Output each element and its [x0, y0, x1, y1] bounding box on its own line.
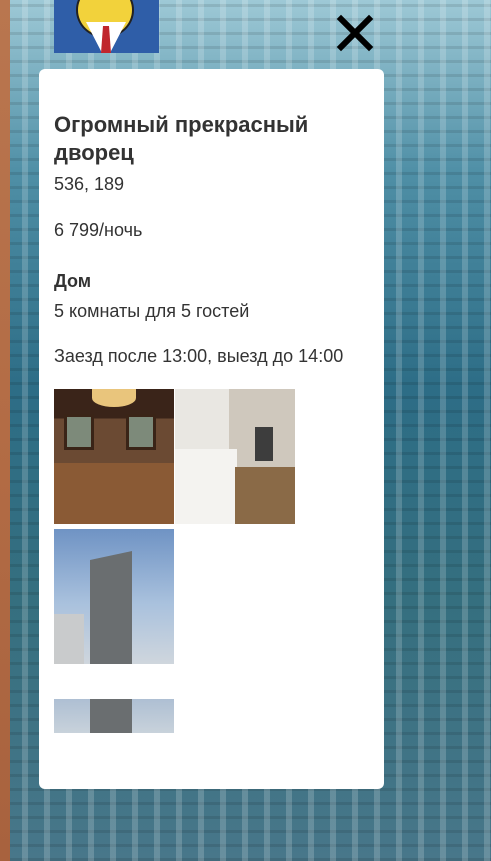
photo-window-right [126, 414, 156, 450]
photo-room-bed-desk[interactable] [175, 389, 295, 524]
listing-type: Дом [54, 271, 92, 291]
photo-building-partial [90, 699, 132, 733]
user-avatar[interactable] [54, 0, 159, 53]
close-icon [336, 14, 374, 52]
photo-building [90, 551, 132, 664]
listing-price: 6 799/ночь [54, 220, 143, 240]
photo-tv [255, 427, 273, 461]
close-button[interactable] [335, 13, 375, 53]
photo-neighbor-building [54, 614, 84, 664]
photo-bed [175, 449, 237, 524]
listing-card: Огромный прекрасный дворец 536, 189 6 79… [39, 69, 384, 789]
listing-title: Огромный прекрасный дворец [54, 112, 309, 165]
photo-window-left [64, 414, 94, 450]
photo-room-wooden-floor[interactable] [54, 389, 174, 524]
listing-coordinates: 536, 189 [54, 174, 125, 194]
photo-building-exterior[interactable] [54, 529, 174, 664]
photo-chandelier [92, 389, 136, 407]
listing-rooms: 5 комнаты для 5 гостей [54, 301, 250, 321]
photo-desk [235, 467, 295, 524]
photo-building-exterior-partial[interactable] [54, 699, 174, 733]
listing-check-times: Заезд после 13:00, выезд до 14:00 [54, 346, 344, 366]
background-left-strip [0, 0, 10, 861]
